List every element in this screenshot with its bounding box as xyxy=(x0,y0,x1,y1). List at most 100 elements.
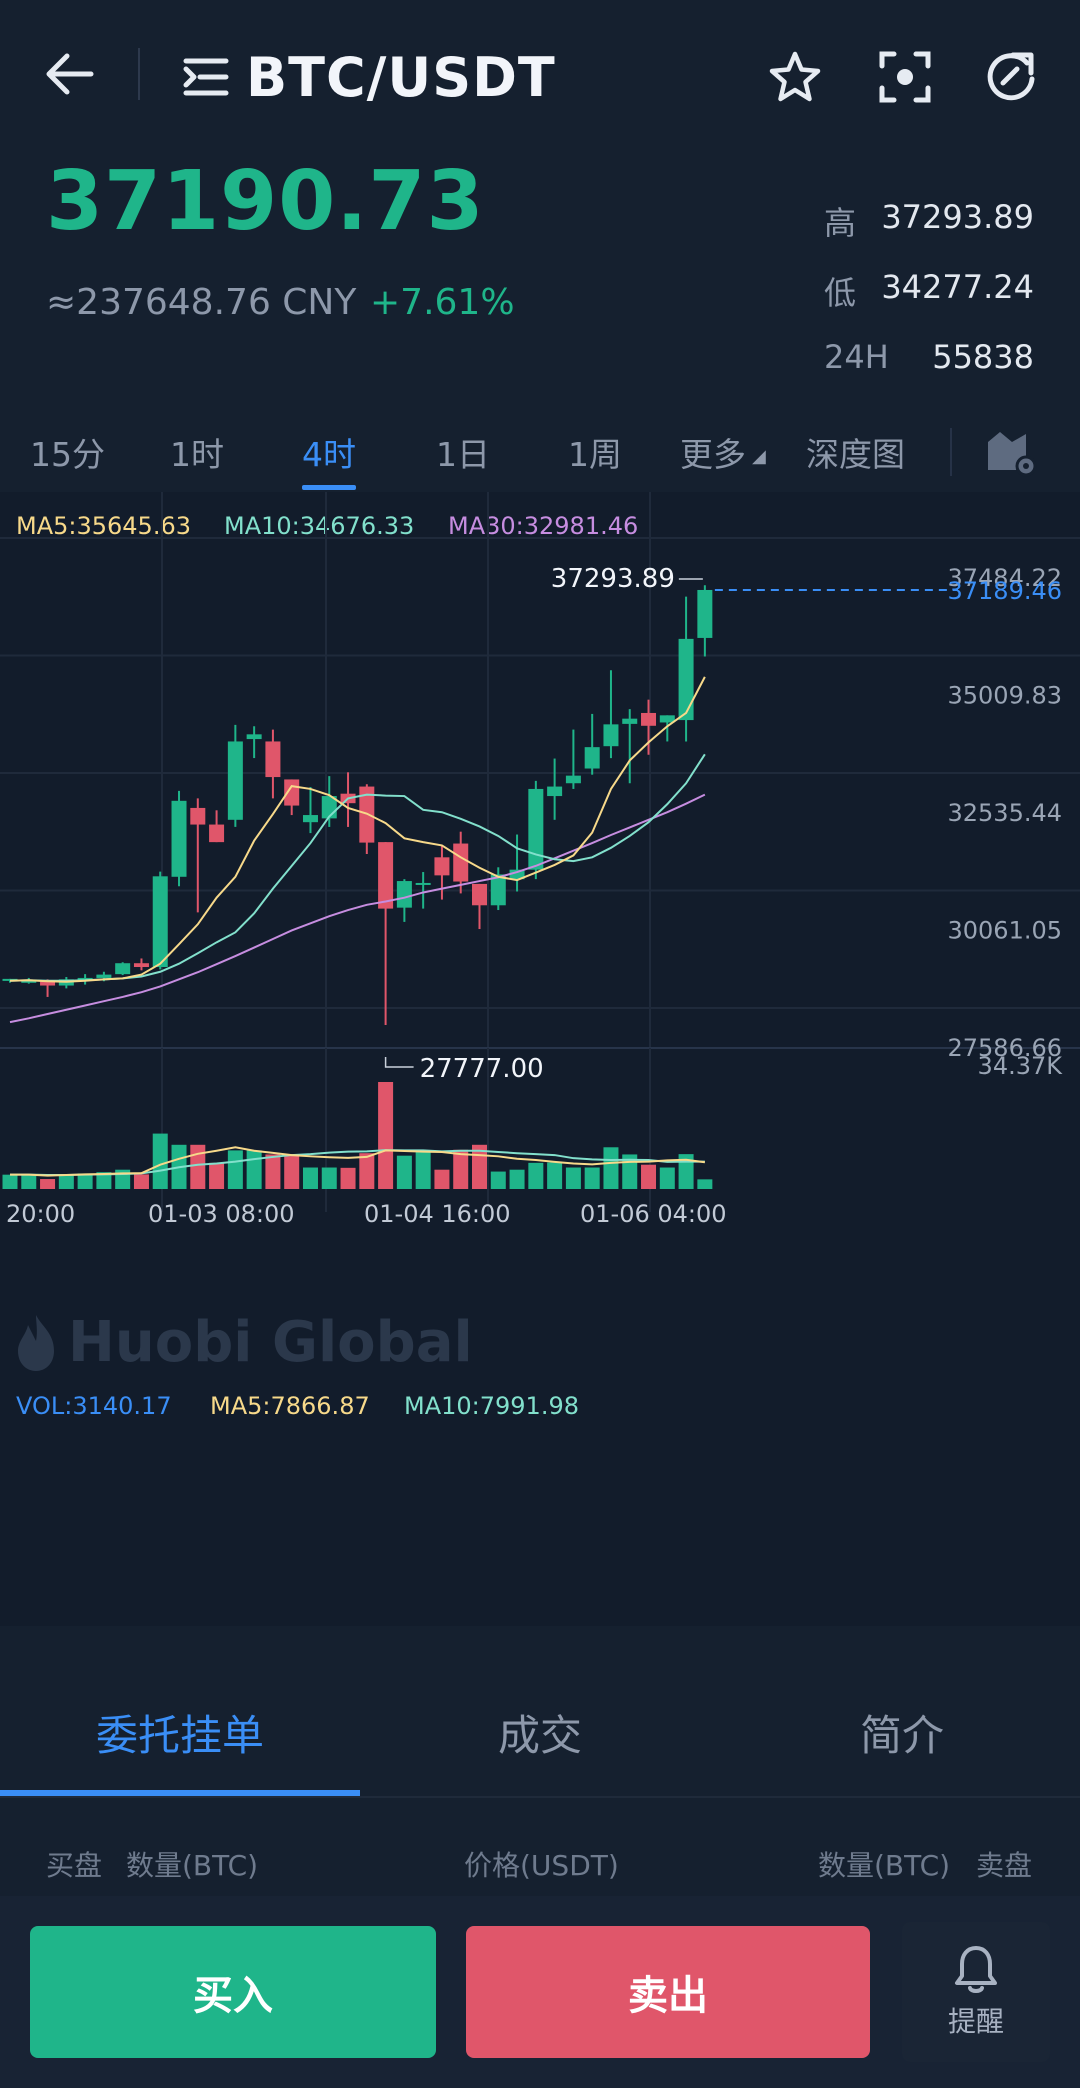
volume-ma10-line xyxy=(10,1149,705,1176)
volume-bar xyxy=(265,1154,281,1189)
top-bar: BTC/USDT xyxy=(0,0,1080,150)
y-tick-label: 30061.05 xyxy=(947,917,1062,945)
candle-body xyxy=(96,974,112,978)
low-marker-line xyxy=(384,1056,414,1068)
candle-body xyxy=(678,638,694,721)
volume-bar xyxy=(547,1162,563,1189)
screenshot-button[interactable] xyxy=(870,44,940,110)
volume-bar xyxy=(584,1167,600,1189)
low-value: 34277.24 xyxy=(881,268,1034,306)
refresh-icon xyxy=(987,52,1035,101)
x-tick-label: 20:00 xyxy=(6,1200,75,1228)
candle-body xyxy=(453,843,469,882)
candle-body xyxy=(565,775,581,784)
back-button[interactable] xyxy=(34,44,104,104)
tab-depth-chart[interactable]: 深度图 xyxy=(806,428,905,476)
tab-1h[interactable]: 1时 xyxy=(170,428,224,476)
volume-bar xyxy=(246,1150,262,1189)
candle-body xyxy=(133,963,149,968)
menu-icon xyxy=(183,58,229,96)
volume-24h-value: 55838 xyxy=(932,338,1034,376)
sell-button[interactable]: 卖出 xyxy=(466,1926,870,2058)
col-qty-left: 数量(BTC) xyxy=(126,1849,259,1882)
tabs-divider xyxy=(950,428,952,476)
share-button[interactable] xyxy=(976,44,1046,110)
candle-body xyxy=(265,741,281,778)
scan-icon xyxy=(879,51,931,103)
volume-bar xyxy=(396,1155,412,1189)
ma30-line xyxy=(9,793,706,1024)
volume-bar xyxy=(21,1174,37,1189)
candle-body xyxy=(603,724,619,747)
high-price-label: 37293.89 xyxy=(551,564,675,594)
volume-bar xyxy=(190,1144,206,1189)
ma10-line xyxy=(9,753,706,982)
candle-body xyxy=(472,883,487,906)
buy-button[interactable]: 买入 xyxy=(30,1926,436,2058)
tab-1d[interactable]: 1日 xyxy=(436,428,490,476)
chart-settings-icon xyxy=(988,432,1037,477)
candle-body xyxy=(378,842,394,909)
candle-body xyxy=(547,786,563,797)
col-buy: 买盘 xyxy=(46,1849,103,1882)
pair-title: BTC/USDT xyxy=(246,45,556,109)
candle-body xyxy=(641,712,657,726)
high-label: 高 xyxy=(824,204,857,242)
panel-divider xyxy=(0,1796,1080,1798)
favorite-button[interactable] xyxy=(760,44,830,110)
chart-settings-button[interactable] xyxy=(986,428,1042,482)
candle-body xyxy=(227,741,243,820)
tab-15m[interactable]: 15分 xyxy=(30,428,105,476)
candle-body xyxy=(528,788,544,870)
volume-bar xyxy=(565,1167,581,1189)
volume-24h-label: 24H xyxy=(824,338,889,376)
x-tick-label: 01-03 08:00 xyxy=(148,1200,295,1228)
tab-trades[interactable]: 成交 xyxy=(498,1702,582,1763)
low-price-label: 27777.00 xyxy=(420,1054,544,1084)
volume-bar xyxy=(509,1169,525,1189)
tab-info[interactable]: 简介 xyxy=(860,1702,944,1763)
low-label: 低 xyxy=(824,274,857,312)
volume-bar xyxy=(697,1179,713,1189)
volume-bar xyxy=(415,1151,431,1189)
candle-body xyxy=(171,800,187,877)
volume-bar xyxy=(2,1174,18,1189)
volume-bar xyxy=(641,1164,657,1189)
candle-body xyxy=(622,718,638,724)
volume-bar xyxy=(284,1154,300,1189)
candle-body xyxy=(209,824,225,843)
last-price: 37190.73 xyxy=(46,154,485,249)
vol-indicator: VOL:3140.17 xyxy=(16,1392,172,1420)
candle-body xyxy=(434,857,450,876)
col-qty-right: 数量(BTC) xyxy=(818,1849,951,1882)
volume-bar xyxy=(603,1147,619,1189)
candle-body xyxy=(190,807,206,825)
volume-bar xyxy=(434,1169,450,1189)
volume-bar xyxy=(58,1174,74,1189)
back-arrow-icon xyxy=(46,53,94,95)
tab-4h[interactable]: 4时 xyxy=(302,428,356,476)
star-icon xyxy=(769,51,821,102)
pair-selector[interactable]: BTC/USDT xyxy=(182,42,556,112)
chart-canvas: 37484.2235009.8332535.4430061.0527586.66… xyxy=(0,492,1080,1228)
volume-bar xyxy=(321,1167,337,1189)
volume-bar xyxy=(302,1167,318,1189)
tab-1w[interactable]: 1周 xyxy=(568,428,622,476)
candle-body xyxy=(396,881,412,908)
volume-bar xyxy=(359,1153,375,1189)
change-percent: +7.61% xyxy=(370,282,515,323)
current-price-label: 37189.46 xyxy=(947,577,1062,605)
volume-bar xyxy=(528,1162,544,1189)
tab-more[interactable]: 更多 ◢ xyxy=(680,428,766,476)
volume-bar xyxy=(227,1150,243,1189)
active-tab-indicator xyxy=(302,485,356,490)
x-tick-label: 01-04 16:00 xyxy=(364,1200,511,1228)
price-alert-button[interactable]: 提醒 xyxy=(902,1922,1050,2062)
volume-bar xyxy=(378,1082,394,1189)
vol-ma5-indicator: MA5:7866.87 xyxy=(210,1392,370,1420)
alert-label: 提醒 xyxy=(947,2005,1004,2038)
tab-orderbook[interactable]: 委托挂单 xyxy=(96,1702,264,1763)
bell-icon xyxy=(955,1946,997,1993)
kline-chart[interactable]: MA5:35645.63 MA10:34676.33 MA30:32981.46… xyxy=(0,492,1080,1626)
header-divider xyxy=(138,48,140,100)
